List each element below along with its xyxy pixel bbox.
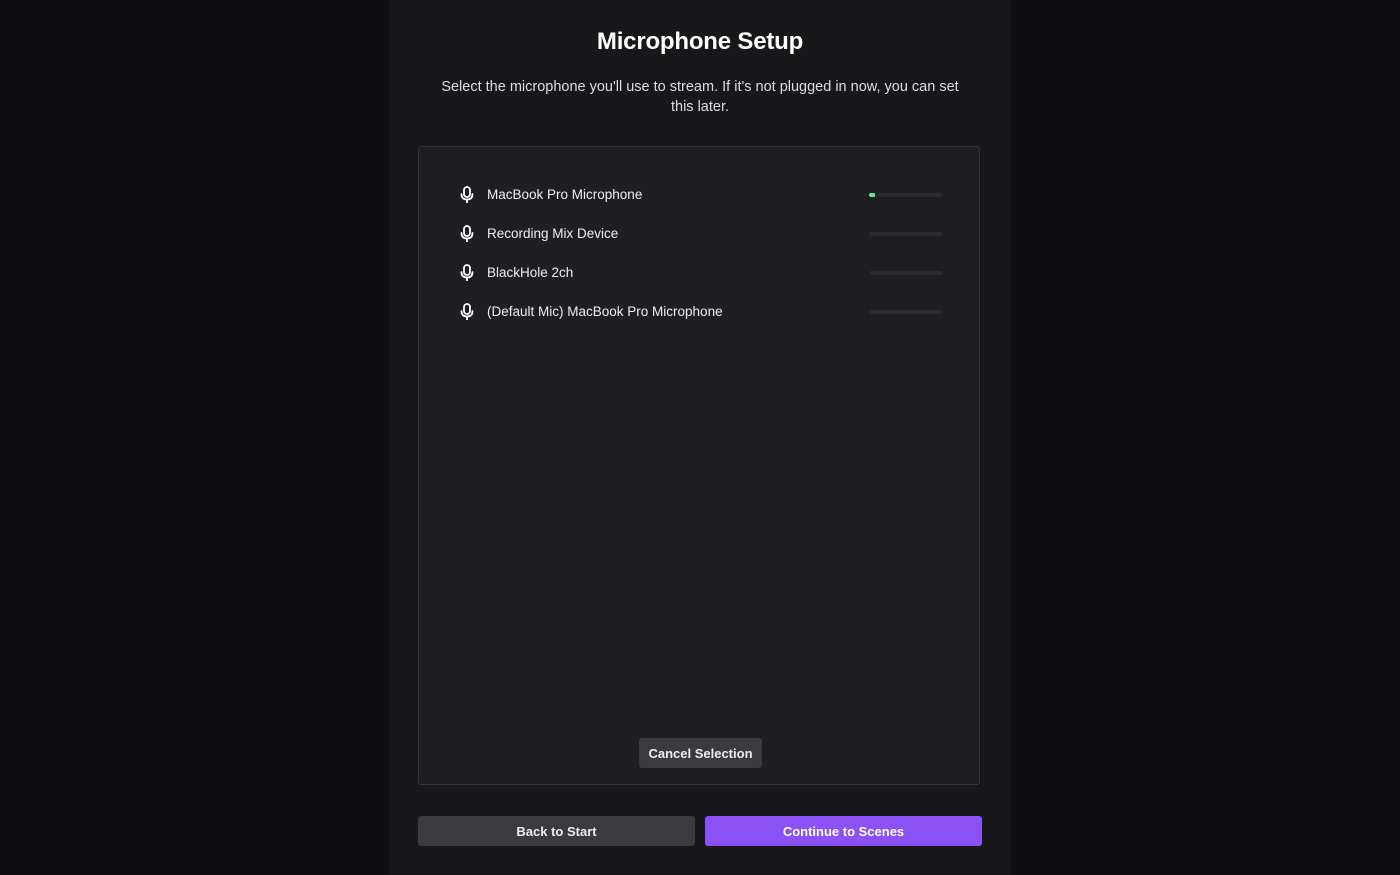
page-subtitle: Select the microphone you'll use to stre… — [441, 79, 959, 115]
audio-level-meter — [869, 231, 942, 236]
page-title: Microphone Setup — [596, 28, 804, 55]
continue-to-scenes-button[interactable]: Continue to Scenes — [705, 816, 982, 846]
microphone-option[interactable]: MacBook Pro Microphone — [459, 175, 942, 214]
microphone-option[interactable]: (Default Mic) MacBook Pro Microphone — [459, 292, 942, 331]
back-to-start-button[interactable]: Back to Start — [418, 816, 695, 846]
microphone-label: (Default Mic) MacBook Pro Microphone — [487, 304, 723, 319]
audio-level-fill — [869, 192, 875, 197]
microphone-icon — [459, 224, 475, 243]
microphone-icon — [459, 263, 475, 282]
audio-level-meter — [869, 309, 942, 314]
microphone-label: MacBook Pro Microphone — [487, 187, 643, 202]
microphone-option[interactable]: BlackHole 2ch — [459, 253, 942, 292]
audio-level-meter — [869, 270, 942, 275]
microphone-label: Recording Mix Device — [487, 226, 619, 241]
microphone-list: MacBook Pro Microphone Recording Mix Dev… — [459, 175, 942, 331]
cancel-selection-button[interactable]: Cancel Selection — [639, 738, 762, 768]
onboarding-page: Microphone Setup Select the microphone y… — [0, 0, 1400, 875]
audio-level-meter — [869, 192, 942, 197]
microphone-list-box: MacBook Pro Microphone Recording Mix Dev… — [418, 146, 980, 785]
microphone-icon — [459, 185, 475, 204]
microphone-label: BlackHole 2ch — [487, 265, 574, 280]
setup-panel: Microphone Setup Select the microphone y… — [389, 0, 1011, 875]
microphone-icon — [459, 302, 475, 321]
microphone-option[interactable]: Recording Mix Device — [459, 214, 942, 253]
